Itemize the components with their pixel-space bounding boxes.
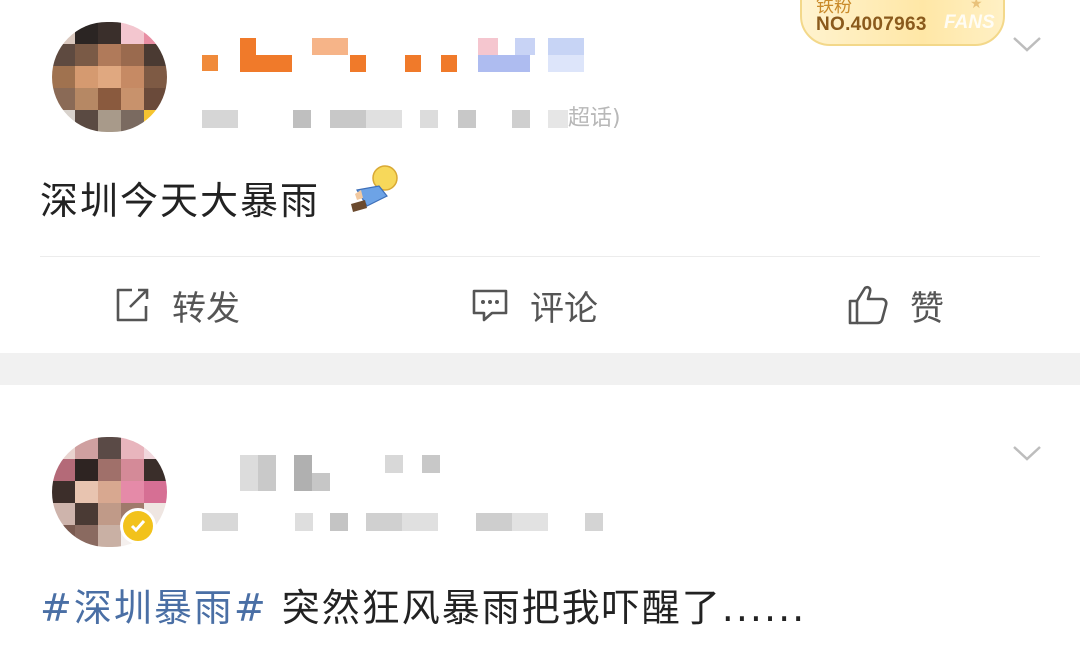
chevron-down-icon[interactable] bbox=[1012, 34, 1042, 54]
star-icon: ★ bbox=[970, 0, 983, 12]
fan-badge-fans-text: FANS bbox=[944, 12, 995, 33]
feed: 超话) 铁粉 NO.4007963 FANS ★ 深圳今天大暴雨 转发 评论 赞… bbox=[0, 0, 1080, 650]
post-text: 深圳今天大暴雨 bbox=[40, 170, 320, 225]
feed-separator bbox=[0, 353, 1080, 385]
repost-label: 转发 bbox=[172, 288, 240, 329]
post-body: 突然狂风暴雨把我吓醒了...... bbox=[267, 586, 807, 630]
comment-icon bbox=[472, 289, 508, 322]
post-card-1: 超话) 铁粉 NO.4007963 FANS ★ 深圳今天大暴雨 转发 评论 赞 bbox=[0, 0, 1080, 353]
post-body: 深圳今天大暴雨 bbox=[40, 179, 321, 223]
hashtag-link[interactable]: #深圳暴雨# bbox=[40, 586, 268, 630]
post-card-2: #深圳暴雨# 突然狂风暴雨把我吓醒了...... bbox=[0, 385, 1080, 650]
rain-person-emoji-icon bbox=[351, 165, 398, 212]
repost-button[interactable]: 转发 bbox=[112, 280, 240, 330]
avatar[interactable] bbox=[52, 22, 167, 132]
thumbs-up-icon bbox=[848, 285, 888, 325]
like-label: 赞 bbox=[910, 288, 944, 329]
post-meta-suffix: 超话) bbox=[568, 106, 621, 131]
fan-badge[interactable]: 铁粉 NO.4007963 FANS ★ bbox=[800, 0, 1005, 46]
like-button[interactable]: 赞 bbox=[846, 280, 944, 330]
share-icon bbox=[116, 288, 149, 322]
post-text: #深圳暴雨# 突然狂风暴雨把我吓醒了...... bbox=[40, 577, 806, 632]
divider bbox=[40, 256, 1040, 257]
fan-badge-number: NO.4007963 bbox=[816, 14, 927, 35]
comment-label: 评论 bbox=[530, 288, 598, 329]
verified-badge-icon bbox=[120, 508, 156, 544]
comment-button[interactable]: 评论 bbox=[470, 280, 598, 330]
chevron-down-icon[interactable] bbox=[1012, 443, 1042, 463]
